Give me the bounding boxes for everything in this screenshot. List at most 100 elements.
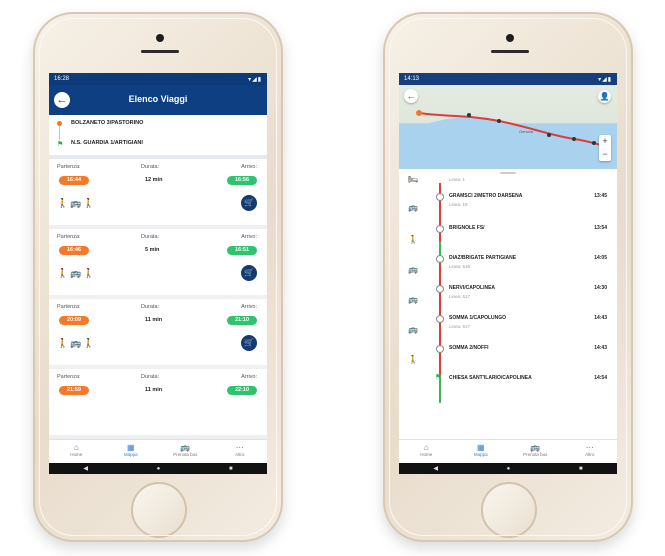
- arrival-label: Arrivo:: [241, 304, 257, 310]
- nav-book-bus[interactable]: 🚌 Prenota bus: [158, 440, 213, 464]
- zoom-controls[interactable]: + −: [599, 135, 611, 161]
- route-connector: [59, 126, 60, 140]
- status-bar: 16:28 ▾◢▮: [49, 73, 267, 85]
- bus-icon: 🚌: [408, 295, 418, 304]
- route-summary: ⚑ BOLZANETO 3/PASTORINO N.S. GUARDIA 1/A…: [49, 115, 267, 159]
- cart-icon[interactable]: 🛒: [241, 195, 257, 211]
- bottom-nav: ⌂ Home ▦ Mappa 🚌 Prenota bus ⋯ Altro: [49, 439, 267, 464]
- trip-card[interactable]: Partenza: Durata: Arrivo: 21:59 11 min 2…: [49, 369, 267, 435]
- nav-home[interactable]: ⌂ Home: [399, 440, 454, 464]
- stop-name: DIAZ/BRIGATE PARTIGIANE: [449, 255, 517, 261]
- trip-card[interactable]: Partenza: Durata: Arrivo: 16:46 5 min 16…: [49, 229, 267, 295]
- route-map-svg: [399, 110, 617, 169]
- cart-icon[interactable]: 🛒: [241, 335, 257, 351]
- walk-icon: 🚶: [408, 355, 418, 364]
- stop-marker-icon: [436, 225, 444, 233]
- line-label: Linea: 516: [449, 264, 471, 269]
- home-icon: ⌂: [73, 443, 79, 452]
- stop-marker-icon: [572, 137, 576, 141]
- nav-home[interactable]: ⌂ Home: [49, 440, 104, 464]
- duration-label: Durata:: [141, 374, 160, 380]
- user-location-icon[interactable]: 👤: [598, 90, 611, 103]
- stop-time: 13:54: [594, 225, 607, 231]
- duration-label: Durata:: [141, 234, 160, 240]
- nav-label: Mappa: [123, 452, 138, 457]
- departure-label: Partenza:: [57, 304, 81, 310]
- page-title: Elenco Viaggi: [128, 94, 188, 104]
- sea-area: [399, 116, 617, 169]
- nav-label: Prenota bus: [523, 452, 548, 457]
- more-icon: ⋯: [585, 443, 594, 452]
- stop-row[interactable]: 🚶 BRIGNOLE FS/ 13:54: [399, 225, 617, 255]
- stop-time: 13:45: [594, 193, 607, 199]
- phone-right: 14:13 ▾◢▮ Genova ← 👤 + − 🛏 Linea: 1 🚌 GR…: [383, 12, 633, 542]
- stop-time: 14:43: [594, 315, 607, 321]
- app-header: ← Elenco Viaggi: [49, 85, 267, 115]
- home-hardware-button[interactable]: [131, 482, 187, 538]
- stop-row[interactable]: 🚶 SOMMA 2/NOFFI 14:43: [399, 345, 617, 375]
- nav-book-bus[interactable]: 🚌 Prenota bus: [508, 440, 563, 464]
- arrival-time: 16:51: [227, 246, 257, 255]
- stop-marker-icon: [497, 119, 501, 123]
- bus-icon: 🚌: [408, 265, 418, 274]
- map-icon: ▦: [476, 443, 485, 452]
- stop-time: 14:43: [594, 345, 607, 351]
- stop-row[interactable]: 🚌 NERVI/CAPOLINEA 14:30 Linea: 517: [399, 285, 617, 315]
- origin-marker-icon: [416, 110, 422, 116]
- transport-modes-icons: 🚶🚌🚶: [57, 198, 97, 208]
- route-map[interactable]: Genova ← 👤 + −: [399, 85, 617, 169]
- stop-row[interactable]: 🚌 DIAZ/BRIGATE PARTIGIANE 14:05 Linea: 5…: [399, 255, 617, 285]
- duration-label: Durata:: [141, 304, 160, 310]
- system-home-icon[interactable]: ●: [507, 466, 511, 472]
- earpiece: [141, 50, 179, 53]
- camera-icon: [156, 34, 164, 42]
- destination-flag-icon: ⚑: [57, 141, 64, 148]
- system-recents-icon[interactable]: ■: [229, 466, 233, 472]
- status-icons: ▾◢▮: [248, 76, 262, 83]
- stop-row[interactable]: ⚑ CHIESA SANT'ILARIO/CAPOLINEA 14:54: [399, 374, 617, 405]
- nav-map[interactable]: ▦ Mappa: [104, 440, 159, 464]
- stop-marker-icon: [592, 141, 596, 145]
- system-home-icon[interactable]: ●: [157, 466, 161, 472]
- stop-marker-icon: [467, 113, 471, 117]
- arrival-label: Arrivo:: [241, 234, 257, 240]
- departure-label: Partenza:: [57, 164, 81, 170]
- stop-marker-icon: [436, 255, 444, 263]
- nav-map[interactable]: ▦ Mappa: [454, 440, 509, 464]
- phone-left: 16:28 ▾◢▮ ← Elenco Viaggi ⚑ BOLZANETO 3/…: [33, 12, 283, 542]
- stop-marker-icon: [436, 193, 444, 201]
- departure-time: 20:09: [59, 316, 89, 325]
- nav-label: Altro: [585, 452, 595, 457]
- system-back-icon[interactable]: ◀: [433, 465, 438, 472]
- home-hardware-button[interactable]: [481, 482, 537, 538]
- stop-row[interactable]: 🚌 GRAMSCI 2/METRO DARSENA 13:45 Linea: 1…: [399, 193, 617, 223]
- system-back-icon[interactable]: ◀: [83, 465, 88, 472]
- nav-more[interactable]: ⋯ Altro: [563, 440, 618, 464]
- arrival-time: 21:10: [227, 316, 257, 325]
- cart-icon[interactable]: 🛒: [241, 265, 257, 281]
- departure-label: Partenza:: [57, 374, 81, 380]
- stop-name: NERVI/CAPOLINEA: [449, 285, 496, 291]
- trip-card[interactable]: Partenza: Durata: Arrivo: 16:44 12 min 1…: [49, 159, 267, 225]
- line-label: Linea: 1: [449, 177, 466, 182]
- nav-more[interactable]: ⋯ Altro: [213, 440, 268, 464]
- trip-card[interactable]: Partenza: Durata: Arrivo: 20:09 11 min 2…: [49, 299, 267, 365]
- home-icon: ⌂: [423, 443, 429, 452]
- back-button[interactable]: ←: [404, 89, 418, 103]
- departure-time: 21:59: [59, 386, 89, 395]
- transport-modes-icons: 🚶🚌🚶: [57, 338, 97, 348]
- stop-name: GRAMSCI 2/METRO DARSENA: [449, 193, 523, 199]
- system-recents-icon[interactable]: ■: [579, 466, 583, 472]
- departure-label: Partenza:: [57, 234, 81, 240]
- trip-duration: 5 min: [145, 247, 160, 253]
- stop-time: 14:54: [594, 375, 607, 381]
- stop-name: CHIESA SANT'ILARIO/CAPOLINEA: [449, 375, 532, 381]
- transport-modes-icons: 🚶🚌🚶: [57, 268, 97, 278]
- screen-trip-detail: 14:13 ▾◢▮ Genova ← 👤 + − 🛏 Linea: 1 🚌 GR…: [399, 73, 617, 474]
- trip-detail-sheet: 🛏 Linea: 1 🚌 GRAMSCI 2/METRO DARSENA 13:…: [399, 169, 617, 439]
- sheet-handle[interactable]: [500, 172, 516, 174]
- earpiece: [491, 50, 529, 53]
- bus-icon: 🚌: [408, 325, 418, 334]
- stop-row[interactable]: 🚌 SOMMA 1/CAPOLUNGO 14:43 Linea: 517: [399, 315, 617, 345]
- duration-label: Durata:: [141, 164, 160, 170]
